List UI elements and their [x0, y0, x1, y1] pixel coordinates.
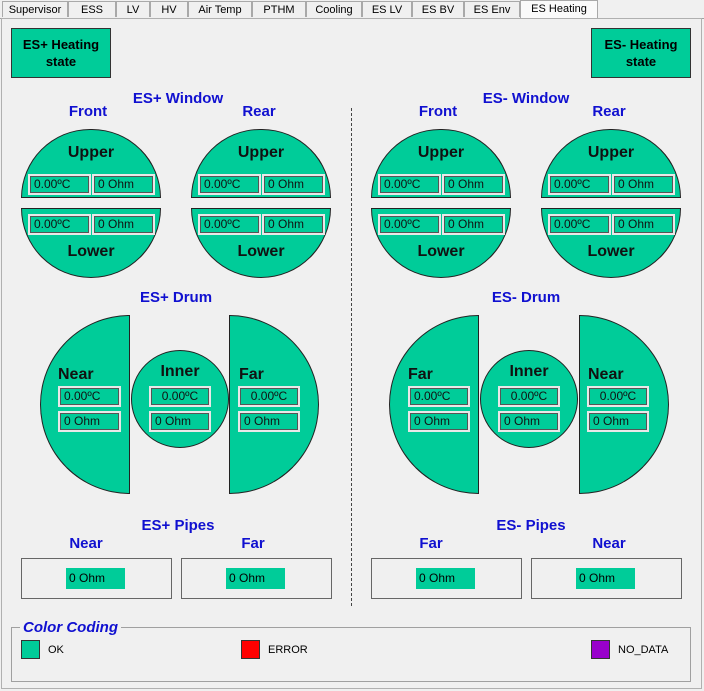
legend-ok-swatch	[21, 640, 40, 659]
es-minus-drum-far-res: 0 Ohm	[408, 411, 470, 432]
es-minus-drum-far-label: Far	[408, 366, 433, 383]
es-plus-pipe-near-label: Near	[69, 535, 103, 552]
es-minus-rear-lower-temp: 0.00ºC	[548, 214, 611, 235]
es-plus-pipe-near-res: 0 Ohm	[66, 568, 125, 589]
es-minus-drum-title: ES- Drum	[491, 289, 561, 306]
tab-ess[interactable]: ESS	[68, 1, 116, 17]
tab-es-heating[interactable]: ES Heating	[520, 0, 598, 19]
es-minus-front-lower-res: 0 Ohm	[442, 214, 505, 235]
es-plus-drum-far-res: 0 Ohm	[238, 411, 300, 432]
es-plus-drum-inner-res: 0 Ohm	[149, 411, 211, 432]
tab-bar: Supervisor ESS LV HV Air Temp PTHM Cooli…	[0, 0, 704, 19]
es-plus-front-lower-label: Lower	[67, 243, 115, 260]
es-plus-pipe-far-res: 0 Ohm	[226, 568, 285, 589]
legend-no-data-label: NO_DATA	[618, 644, 669, 656]
es-plus-rear-lower-label: Lower	[237, 243, 285, 260]
es-minus-front-upper-res: 0 Ohm	[442, 174, 505, 195]
es-plus-drum-near-label: Near	[58, 366, 94, 383]
es-minus-pipe-far-label: Far	[419, 535, 443, 552]
legend-title: Color Coding	[20, 619, 121, 636]
es-minus-drum-inner-label: Inner	[509, 363, 549, 380]
tab-es-env[interactable]: ES Env	[464, 1, 520, 17]
tab-es-bv[interactable]: ES BV	[412, 1, 464, 17]
es-plus-drum-near-temp: 0.00ºC	[58, 386, 121, 407]
es-plus-pipe-far-label: Far	[241, 535, 265, 552]
es-minus-drum-near-res: 0 Ohm	[587, 411, 649, 432]
es-plus-front-label: Front	[68, 103, 108, 120]
es-plus-rear-lower-temp: 0.00ºC	[198, 214, 261, 235]
es-minus-front-upper-label: Upper	[417, 144, 465, 161]
es-minus-pipe-far-res: 0 Ohm	[416, 568, 475, 589]
es-minus-pipes-title: ES- Pipes	[496, 517, 566, 534]
es-minus-drum-inner-res: 0 Ohm	[498, 411, 560, 432]
es-plus-front-upper-label: Upper	[67, 144, 115, 161]
es-minus-pipe-near-res: 0 Ohm	[576, 568, 635, 589]
es-plus-drum-near-res: 0 Ohm	[58, 411, 121, 432]
tab-supervisor[interactable]: Supervisor	[2, 1, 68, 17]
es-minus-rear-upper-label: Upper	[587, 144, 635, 161]
es-plus-drum-inner-label: Inner	[160, 363, 200, 380]
es-plus-rear-lower-res: 0 Ohm	[262, 214, 325, 235]
es-plus-heating-state-button[interactable]: ES+ Heating state	[11, 28, 111, 78]
side-divider	[351, 108, 352, 606]
es-minus-front-upper-temp: 0.00ºC	[378, 174, 441, 195]
es-plus-front-upper-temp: 0.00ºC	[28, 174, 91, 195]
es-minus-rear-lower-label: Lower	[587, 243, 635, 260]
es-minus-rear-upper-res: 0 Ohm	[612, 174, 675, 195]
es-minus-drum-near-temp: 0.00ºC	[587, 386, 649, 407]
es-plus-rear-upper-res: 0 Ohm	[262, 174, 325, 195]
es-minus-drum-inner-temp: 0.00ºC	[498, 386, 560, 407]
es-minus-front-lower-temp: 0.00ºC	[378, 214, 441, 235]
es-minus-pipe-near-label: Near	[592, 535, 626, 552]
es-plus-drum-far-temp: 0.00ºC	[238, 386, 300, 407]
legend-ok-label: OK	[48, 644, 64, 656]
es-minus-rear-upper-temp: 0.00ºC	[548, 174, 611, 195]
es-minus-front-lower-label: Lower	[417, 243, 465, 260]
es-plus-rear-upper-label: Upper	[237, 144, 285, 161]
legend-error-label: ERROR	[268, 644, 308, 656]
tab-air-temp[interactable]: Air Temp	[188, 1, 252, 17]
es-plus-pipes-title: ES+ Pipes	[141, 517, 215, 534]
es-plus-front-lower-temp: 0.00ºC	[28, 214, 91, 235]
es-plus-front-upper-res: 0 Ohm	[92, 174, 155, 195]
es-plus-front-lower-res: 0 Ohm	[92, 214, 155, 235]
es-plus-drum-inner-temp: 0.00ºC	[149, 386, 211, 407]
tab-cooling[interactable]: Cooling	[306, 1, 362, 17]
es-plus-rear-label: Rear	[242, 103, 276, 120]
es-plus-drum-far-label: Far	[239, 366, 264, 383]
legend-no-data-swatch	[591, 640, 610, 659]
legend-error-swatch	[241, 640, 260, 659]
tab-lv[interactable]: LV	[116, 1, 150, 17]
tab-es-lv[interactable]: ES LV	[362, 1, 412, 17]
es-minus-rear-lower-res: 0 Ohm	[612, 214, 675, 235]
es-plus-rear-upper-temp: 0.00ºC	[198, 174, 261, 195]
es-minus-front-label: Front	[418, 103, 458, 120]
es-minus-rear-label: Rear	[592, 103, 626, 120]
es-plus-drum-title: ES+ Drum	[139, 289, 213, 306]
es-minus-drum-near-label: Near	[588, 366, 624, 383]
es-minus-heating-state-button[interactable]: ES- Heating state	[591, 28, 691, 78]
tab-hv[interactable]: HV	[150, 1, 188, 17]
es-minus-drum-far-temp: 0.00ºC	[408, 386, 470, 407]
tab-pthm[interactable]: PTHM	[252, 1, 306, 17]
